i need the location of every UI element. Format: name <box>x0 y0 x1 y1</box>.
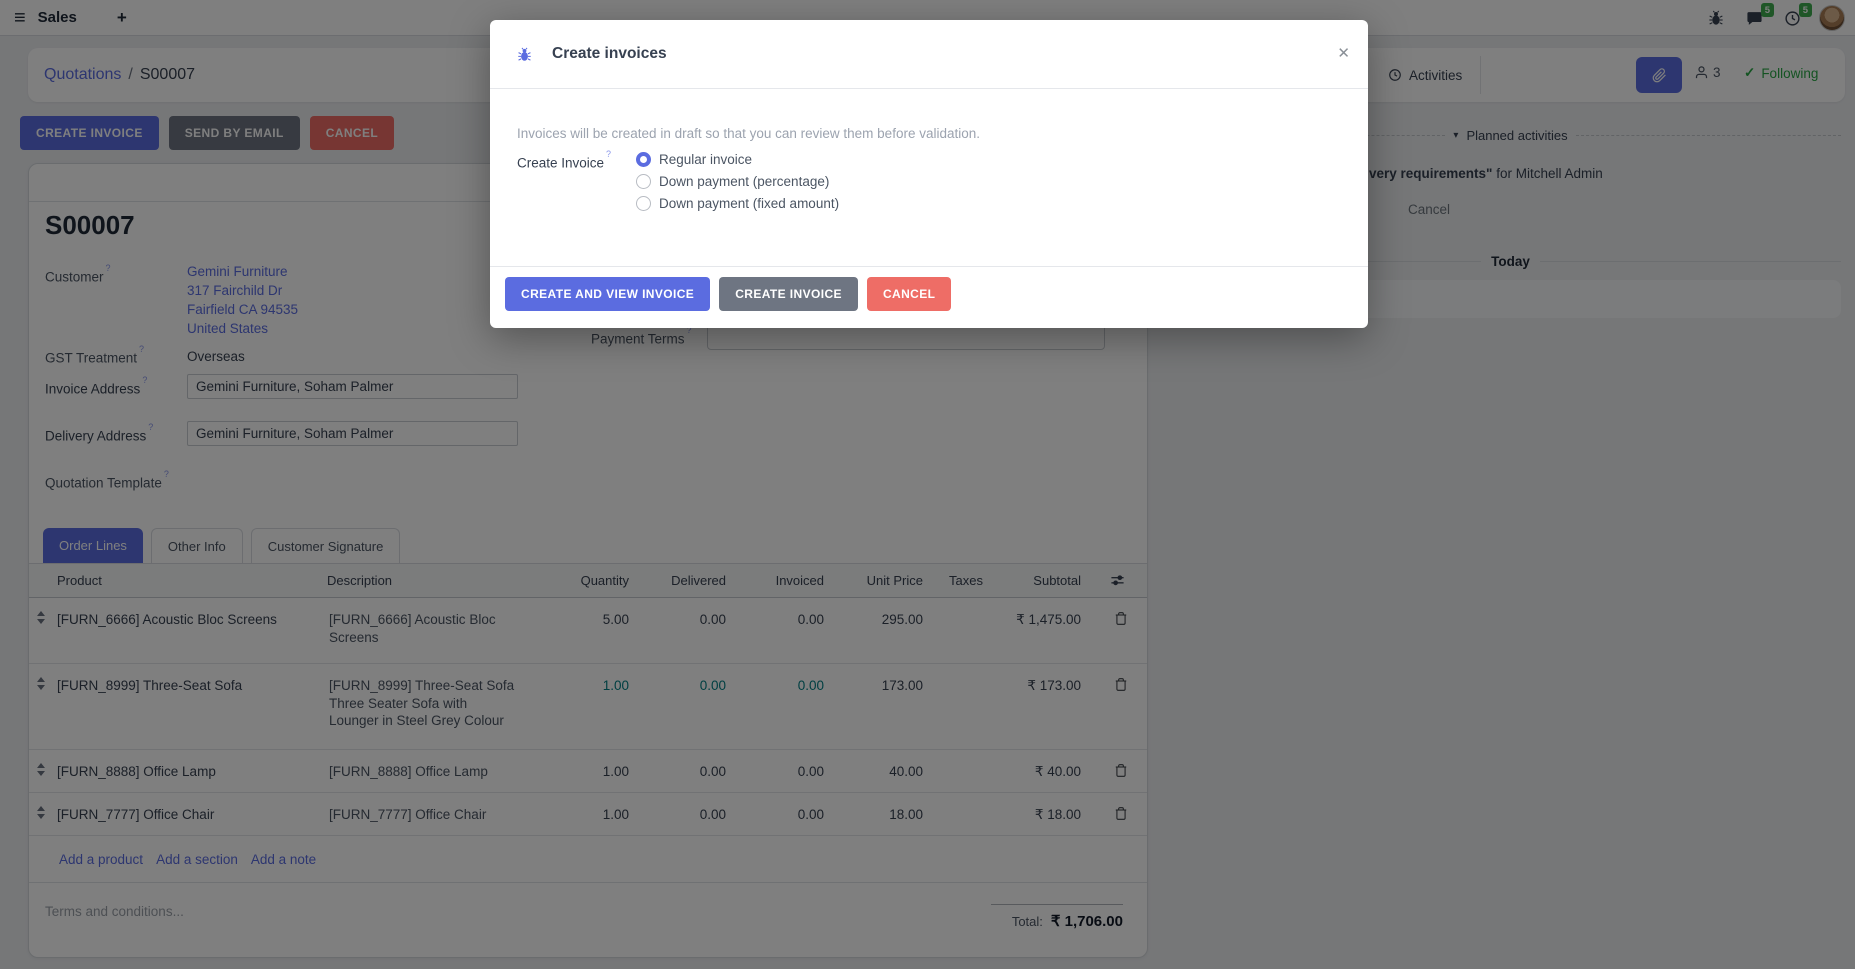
create-invoice-field-label: Create Invoice? <box>517 154 611 171</box>
dialog-message: Invoices will be created in draft so tha… <box>517 126 980 141</box>
close-icon[interactable]: ✕ <box>1337 44 1350 62</box>
help-mark: ? <box>606 149 611 159</box>
modal-cancel-button[interactable]: CANCEL <box>867 277 951 311</box>
radio-down-payment-percentage[interactable]: Down payment (percentage) <box>636 174 839 189</box>
create-invoices-dialog: Create invoices ✕ Invoices will be creat… <box>490 20 1368 328</box>
modal-create-invoice-button[interactable]: CREATE INVOICE <box>719 277 858 311</box>
radio-label: Regular invoice <box>659 152 752 167</box>
radio-icon[interactable] <box>636 174 651 189</box>
radio-label: Down payment (percentage) <box>659 174 829 189</box>
radio-icon[interactable] <box>636 196 651 211</box>
radio-regular-invoice[interactable]: Regular invoice <box>636 152 839 167</box>
dialog-header: Create invoices ✕ <box>490 20 1368 89</box>
bug-icon <box>517 47 532 62</box>
dialog-title: Create invoices <box>552 45 667 63</box>
radio-down-payment-fixed[interactable]: Down payment (fixed amount) <box>636 196 839 211</box>
radio-selected-icon[interactable] <box>636 152 651 167</box>
page: ≡ Sales + 5 <box>0 0 1855 969</box>
create-and-view-invoice-button[interactable]: CREATE AND VIEW INVOICE <box>505 277 710 311</box>
invoice-type-radio-group: Regular invoice Down payment (percentage… <box>636 152 839 211</box>
dialog-footer: CREATE AND VIEW INVOICE CREATE INVOICE C… <box>490 266 1368 311</box>
radio-label: Down payment (fixed amount) <box>659 196 839 211</box>
